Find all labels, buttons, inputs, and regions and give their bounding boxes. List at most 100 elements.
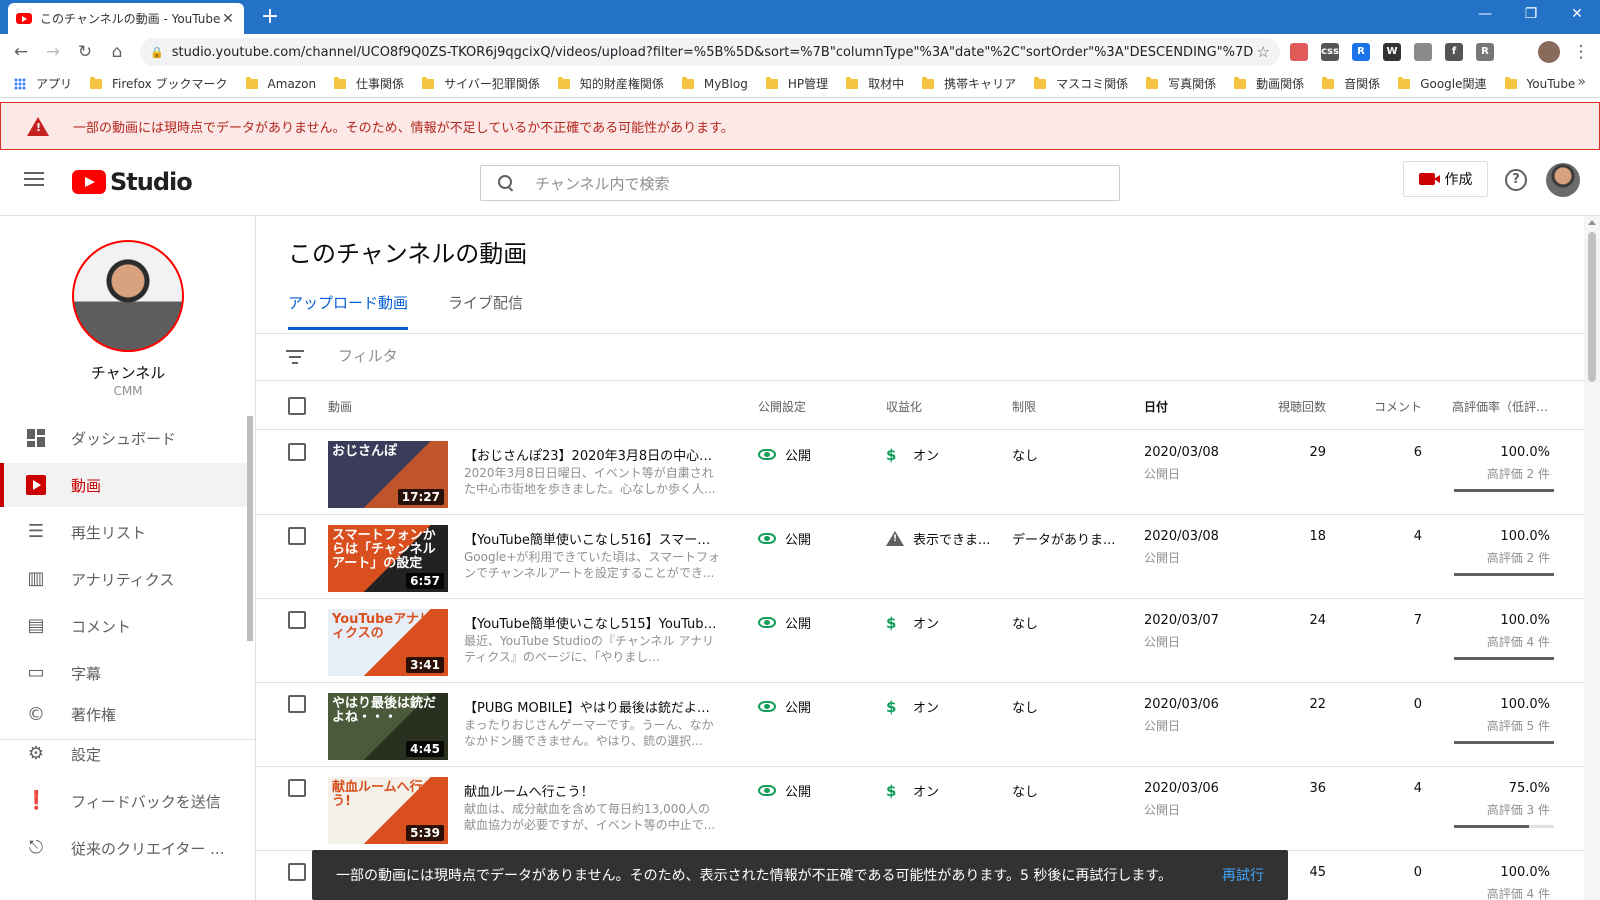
browser-menu-icon[interactable]: ⋮ [1570, 41, 1592, 63]
sidebar-item-playlists[interactable]: ☰ 再生リスト [0, 510, 248, 554]
sidebar-item-feedback[interactable]: ❗ フィードバックを送信 [0, 779, 248, 823]
profile-avatar-icon[interactable] [1538, 41, 1560, 63]
page-scrollbar[interactable] [1584, 216, 1600, 900]
video-title[interactable]: 献血ルームへ行こう！ [464, 781, 720, 800]
video-thumbnail[interactable]: YouTubeアナリティクスの 3:41 [328, 609, 448, 676]
close-tab-icon[interactable]: ✕ [220, 11, 236, 27]
scroll-up-icon[interactable] [1588, 220, 1596, 225]
video-thumbnail[interactable]: 献血ルームへ行こう! 5:39 [328, 777, 448, 844]
video-title[interactable]: 【YouTube簡単使いこなし515】YouTube... [464, 613, 720, 632]
bookmark-folder[interactable]: Google関連 [1398, 75, 1487, 92]
column-monetization[interactable]: 収益化 [886, 398, 922, 415]
bookmark-folder[interactable]: 取材中 [846, 75, 904, 92]
bookmark-folder[interactable]: MyBlog [681, 76, 748, 91]
extension-icon[interactable]: f [1445, 43, 1463, 61]
bookmark-folder[interactable]: 動画関係 [1234, 75, 1304, 92]
table-row[interactable]: YouTubeアナリティクスの 3:41 【YouTube簡単使いこなし515】… [256, 599, 1584, 683]
column-views[interactable]: 視聴回数 [1266, 398, 1326, 415]
monetization-cell[interactable]: $ オン [886, 781, 939, 801]
column-date[interactable]: 日付 [1144, 398, 1168, 415]
retry-button[interactable]: 再試行 [1222, 865, 1264, 885]
column-comments[interactable]: コメント [1356, 398, 1422, 415]
video-thumbnail[interactable]: やはり最後は銃だよね・・・ 4:45 [328, 693, 448, 760]
restore-icon[interactable]: ❐ [1508, 6, 1554, 22]
sidebar-item-dashboard[interactable]: ダッシュボード [0, 416, 248, 460]
row-checkbox[interactable] [288, 527, 306, 545]
extension-icon[interactable] [1290, 43, 1308, 61]
bookmark-folder[interactable]: Firefox ブックマーク [90, 75, 228, 92]
visibility-cell[interactable]: 公開 [758, 445, 811, 464]
close-window-icon[interactable]: ✕ [1554, 6, 1600, 22]
tab-uploads[interactable]: アップロード動画 [288, 292, 409, 330]
extension-icon[interactable] [1414, 43, 1432, 61]
monetization-cell[interactable]: $ オン [886, 697, 939, 717]
column-visibility[interactable]: 公開設定 [758, 398, 806, 415]
reload-icon[interactable]: ↻ [74, 41, 96, 63]
monetization-cell[interactable]: $ オン [886, 445, 939, 465]
forward-icon[interactable]: → [42, 41, 64, 63]
row-checkbox[interactable] [288, 695, 306, 713]
bookmark-folder[interactable]: 知的財産権関係 [557, 75, 664, 92]
extension-icon[interactable]: R [1352, 43, 1370, 61]
video-thumbnail[interactable]: おじさんぽ 17:27 [328, 441, 448, 508]
bookmark-folder[interactable]: 携帯キャリア [922, 75, 1016, 92]
extension-icon[interactable]: R [1476, 43, 1494, 61]
new-tab-button[interactable]: + [258, 4, 282, 29]
sidebar-item-classic-studio[interactable]: ⎋ 従来のクリエイター ... [0, 826, 248, 870]
channel-search-input[interactable]: チャンネル内で検索 [480, 165, 1120, 201]
table-row[interactable]: スマートフォンからは「チャンネルアート」の設定 6:57 【YouTube簡単使… [256, 515, 1584, 599]
video-title[interactable]: 【おじさんぽ23】2020年3月8日の中心市... [464, 445, 720, 464]
video-title[interactable]: 【YouTube簡単使いこなし516】スマート... [464, 529, 720, 548]
bookmarks-overflow-icon[interactable]: » [1577, 74, 1586, 90]
browser-tab[interactable]: このチャンネルの動画 - YouTube Studio ✕ [8, 3, 244, 34]
video-title[interactable]: 【PUBG MOBILE】やはり最後は銃だよね... [464, 697, 720, 716]
row-checkbox[interactable] [288, 863, 306, 881]
sidebar-item-analytics[interactable]: ▥ アナリティクス [0, 557, 248, 601]
visibility-cell[interactable]: 公開 [758, 781, 811, 800]
bookmark-folder[interactable]: HP管理 [765, 75, 828, 92]
sidebar-item-comments[interactable]: ▤ コメント [0, 604, 248, 648]
channel-avatar[interactable] [72, 240, 184, 352]
column-video[interactable]: 動画 [328, 398, 352, 415]
video-thumbnail[interactable]: スマートフォンからは「チャンネルアート」の設定 6:57 [328, 525, 448, 592]
youtube-studio-logo[interactable]: Studio [72, 168, 193, 196]
sidebar-item-subtitles[interactable]: ▭ 字幕 [0, 651, 248, 695]
column-restrictions[interactable]: 制限 [1012, 398, 1036, 415]
bookmark-folder[interactable]: サイバー犯罪関係 [422, 75, 540, 92]
bookmark-folder[interactable]: Amazon [245, 76, 316, 91]
select-all-checkbox[interactable] [288, 397, 306, 415]
account-avatar[interactable] [1546, 163, 1580, 197]
minimize-icon[interactable]: — [1462, 6, 1508, 22]
row-checkbox[interactable] [288, 779, 306, 797]
bookmark-star-icon[interactable]: ☆ [1257, 43, 1270, 61]
visibility-cell[interactable]: 公開 [758, 697, 811, 716]
column-like-ratio[interactable]: 高評価率（低評価... [1452, 398, 1552, 415]
sidebar-item-settings[interactable]: ⚙ 設定 [0, 732, 248, 776]
help-icon[interactable]: ? [1505, 169, 1527, 191]
back-icon[interactable]: ← [10, 41, 32, 63]
sidebar-scrollbar[interactable] [247, 416, 253, 641]
table-row[interactable]: おじさんぽ 17:27 【おじさんぽ23】2020年3月8日の中心市... 20… [256, 431, 1584, 515]
bookmark-folder[interactable]: 写真関係 [1146, 75, 1216, 92]
filter-input[interactable]: フィルタ [338, 342, 398, 370]
row-checkbox[interactable] [288, 611, 306, 629]
monetization-cell[interactable]: 表示できま... [886, 529, 990, 548]
home-icon[interactable]: ⌂ [106, 41, 128, 63]
bookmark-folder[interactable]: 音関係 [1322, 75, 1380, 92]
scrollbar-thumb[interactable] [1588, 232, 1596, 382]
sidebar-item-copyright[interactable]: © 著作権 [0, 698, 248, 722]
hamburger-menu-icon[interactable] [24, 172, 44, 186]
table-row[interactable]: 献血ルームへ行こう! 5:39 献血ルームへ行こう！ 献血は、成分献血を含めて毎… [256, 767, 1584, 851]
url-input[interactable]: 🔒 studio.youtube.com/channel/UCO8f9Q0ZS-… [140, 38, 1280, 66]
bookmark-folder[interactable]: YouTube [1504, 76, 1575, 91]
table-row[interactable]: やはり最後は銃だよね・・・ 4:45 【PUBG MOBILE】やはり最後は銃だ… [256, 683, 1584, 767]
visibility-cell[interactable]: 公開 [758, 613, 811, 632]
filter-icon[interactable] [286, 350, 304, 364]
create-button[interactable]: 作成 [1403, 161, 1488, 197]
sidebar-item-videos[interactable]: 動画 [0, 463, 248, 507]
monetization-cell[interactable]: $ オン [886, 613, 939, 633]
bookmark-apps[interactable]: アプリ [14, 75, 72, 92]
bookmark-folder[interactable]: 仕事関係 [334, 75, 404, 92]
tab-live[interactable]: ライブ配信 [448, 292, 523, 313]
visibility-cell[interactable]: 公開 [758, 529, 811, 548]
